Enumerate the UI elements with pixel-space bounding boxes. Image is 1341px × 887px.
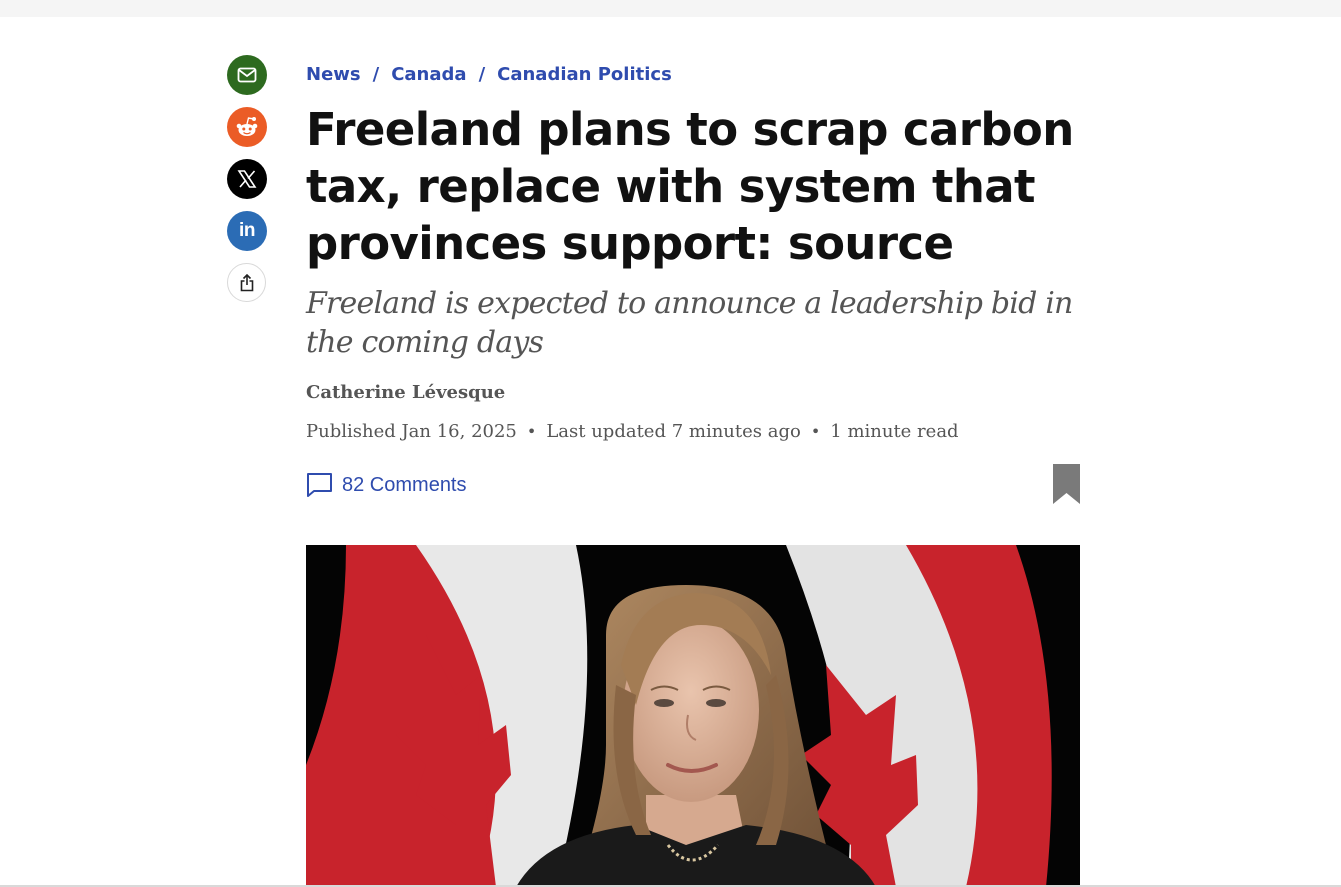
article-header: News / Canada / Canadian Politics Freela… [306,60,1080,506]
hero-photo-illustration [306,545,1080,887]
breadcrumb-canadian-politics[interactable]: Canadian Politics [497,64,672,85]
breadcrumb-separator: / [478,63,486,85]
article-headline: Freeland plans to scrap carbon tax, repl… [306,103,1074,270]
breadcrumb-separator: / [372,63,380,85]
canadian-flag-left [306,545,588,887]
author-byline[interactable]: Catherine Lévesque [306,382,1080,403]
bookmark-icon [1053,464,1080,504]
comments-link[interactable]: 82 Comments [306,472,467,498]
share-reddit-button[interactable] [227,107,267,147]
meta-separator: • [810,422,821,441]
breadcrumb-news[interactable]: News [306,64,361,85]
last-updated: Last updated 7 minutes ago [546,421,801,442]
article-actions: 82 Comments [306,464,1080,506]
comments-count-label: 82 Comments [342,473,467,496]
read-time: 1 minute read [830,421,959,442]
share-x-button[interactable] [227,159,267,199]
share-more-button[interactable] [227,263,266,302]
share-rail: in [227,55,267,314]
breadcrumb: News / Canada / Canadian Politics [306,60,1080,88]
article-meta: Published Jan 16, 2025 • Last updated 7 … [306,421,1080,442]
meta-separator: • [526,422,537,441]
email-icon [237,67,257,83]
share-linkedin-button[interactable]: in [227,211,267,251]
reddit-icon [236,117,258,136]
share-email-button[interactable] [227,55,267,95]
bookmark-button[interactable] [1053,464,1080,509]
comment-icon [307,473,332,497]
x-icon [237,170,257,188]
breadcrumb-canada[interactable]: Canada [391,64,466,85]
linkedin-icon: in [239,220,255,241]
article-dek: Freeland is expected to announce a leade… [306,286,1073,360]
hero-photo [306,545,1080,887]
published-date: Published Jan 16, 2025 [306,421,517,442]
browser-top-strip [0,0,1341,17]
share-icon [240,273,253,291]
